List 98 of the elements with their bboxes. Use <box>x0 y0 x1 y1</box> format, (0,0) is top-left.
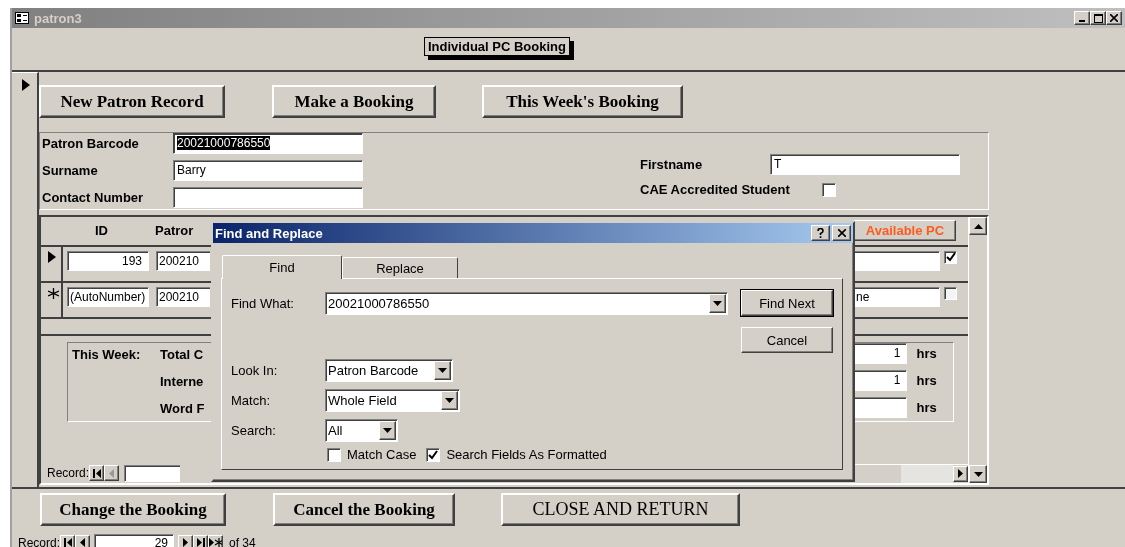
checkbox[interactable] <box>822 182 836 197</box>
record-number-field[interactable] <box>124 464 180 482</box>
unit-label: hrs <box>916 345 937 361</box>
window-title: patron3 <box>34 10 82 26</box>
record-pointer-icon <box>22 79 30 91</box>
dropdown-arrow-icon <box>713 301 722 306</box>
hours-field[interactable]: 1 <box>852 369 907 391</box>
up-arrow-icon <box>973 223 983 229</box>
checkbox[interactable] <box>944 250 957 264</box>
maximize-button[interactable] <box>1090 11 1106 25</box>
first-record-button[interactable] <box>60 534 75 547</box>
total-label: Word F <box>160 400 205 418</box>
total-label: Total C <box>160 346 205 364</box>
close-button[interactable] <box>1106 11 1122 25</box>
minimize-button[interactable] <box>1074 11 1090 25</box>
checkbox-label: Search Fields As Formatted <box>446 447 607 462</box>
new-record-icon <box>48 287 59 299</box>
close-button[interactable] <box>832 225 851 241</box>
record-count: of 34 <box>229 535 256 547</box>
unit-label: hrs <box>916 399 937 415</box>
form-button[interactable]: This Week's Booking <box>482 85 683 118</box>
close-icon <box>1110 14 1118 22</box>
field-label: Patron Barcode <box>42 136 140 151</box>
horizontal-scrollbar[interactable] <box>853 463 968 483</box>
id-cell[interactable]: 193 <box>67 250 149 271</box>
dropdown[interactable]: All <box>325 419 398 442</box>
text-field[interactable]: Barry <box>173 160 363 181</box>
checkbox-label: Match Case <box>347 447 417 462</box>
tab[interactable]: Find <box>222 255 342 279</box>
scroll-down-button[interactable] <box>969 465 987 483</box>
field-label: Search: <box>231 423 277 438</box>
dropdown-arrow-icon <box>445 398 454 403</box>
dropdown[interactable]: Patron Barcode <box>325 359 453 382</box>
find-what-field[interactable]: 20021000786550 <box>325 292 728 315</box>
week-label: This Week: <box>72 346 142 364</box>
first-icon <box>92 468 101 478</box>
form-button[interactable]: Change the Booking <box>40 493 226 526</box>
field-label: Look In: <box>231 363 279 378</box>
hours-field[interactable]: 1 <box>852 342 907 364</box>
help-icon <box>817 228 824 238</box>
pc-cell[interactable] <box>854 250 940 271</box>
field-label: Surname <box>42 163 99 178</box>
total-label: Interne <box>160 373 205 391</box>
text-field[interactable]: T <box>770 154 960 175</box>
down-arrow-icon <box>973 471 983 477</box>
help-button[interactable] <box>811 225 830 241</box>
field-label: Find What: <box>231 295 295 311</box>
form-button[interactable]: New Patron Record <box>39 85 225 118</box>
checkbox[interactable] <box>327 447 341 462</box>
record-label: Record: <box>47 466 89 481</box>
barcode-cell[interactable]: 200210 <box>156 286 210 307</box>
last-icon <box>196 538 205 547</box>
scroll-up-button[interactable] <box>969 217 987 235</box>
pc-cell[interactable]: ne <box>854 286 940 307</box>
current-record-icon <box>48 250 56 263</box>
unit-label: hrs <box>916 372 937 388</box>
dialog-button[interactable]: Find Next <box>741 290 833 316</box>
previous-record-button[interactable] <box>75 534 90 547</box>
first-icon <box>63 538 72 547</box>
record-number-field[interactable]: 29 <box>94 534 174 547</box>
checkbox[interactable] <box>426 447 441 462</box>
text-field[interactable] <box>173 187 363 208</box>
tab[interactable]: Replace <box>342 257 458 278</box>
new-record-icon <box>209 538 222 547</box>
field-label: Match: <box>231 393 271 408</box>
id-cell[interactable]: (AutoNumber) <box>67 286 149 307</box>
field-label: Firstname <box>640 157 704 172</box>
vertical-scrollbar[interactable] <box>968 217 987 483</box>
field-label: Contact Number <box>42 190 145 205</box>
record-label: Record: <box>18 535 60 547</box>
form-button[interactable]: Cancel the Booking <box>273 493 455 526</box>
hours-field[interactable] <box>852 396 907 418</box>
field-label: CAE Accredited Student <box>640 182 791 197</box>
form-button[interactable]: Make a Booking <box>272 85 436 118</box>
dialog-title: Find and Replace <box>215 225 323 241</box>
next-icon <box>183 538 188 547</box>
close-icon <box>837 229 846 237</box>
dialog-button[interactable]: Cancel <box>741 327 833 353</box>
text-field[interactable]: 20021000786550 <box>173 133 363 154</box>
previous-record-button[interactable] <box>104 465 119 482</box>
checkbox[interactable] <box>944 286 957 300</box>
new-record-button[interactable] <box>208 534 223 547</box>
dropdown-arrow-icon <box>438 368 447 373</box>
scroll-right-button[interactable] <box>953 465 968 482</box>
maximize-icon <box>1093 13 1103 23</box>
column-header: Patror <box>155 223 195 239</box>
first-record-button[interactable] <box>89 465 104 482</box>
previous-icon <box>109 468 114 478</box>
previous-icon <box>80 538 85 547</box>
form-icon <box>15 12 29 24</box>
form-button[interactable]: CLOSE AND RETURN <box>501 493 740 526</box>
next-record-button[interactable] <box>178 534 193 547</box>
last-record-button[interactable] <box>193 534 208 547</box>
column-header: ID <box>95 223 109 239</box>
dropdown-arrow-icon <box>383 428 392 433</box>
right-arrow-icon <box>958 469 963 479</box>
barcode-cell[interactable]: 200210 <box>156 250 210 271</box>
dropdown[interactable]: Whole Field <box>325 389 460 412</box>
